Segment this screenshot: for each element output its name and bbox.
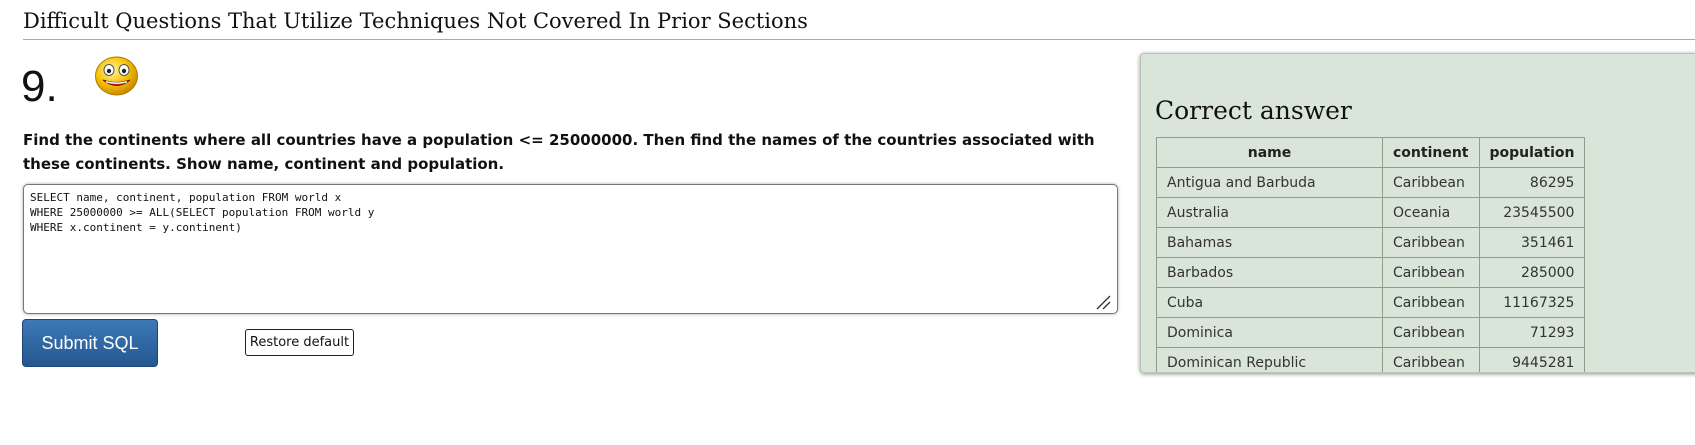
section-title: Difficult Questions That Utilize Techniq… [23,9,808,33]
cell-continent: Caribbean [1382,287,1480,318]
cell-name: Barbados [1156,257,1383,288]
table-row: Bahamas Caribbean 351461 [1156,227,1586,258]
cell-population: 351461 [1478,227,1586,258]
cell-name: Dominica [1156,317,1383,348]
column-header-name: name [1156,137,1383,168]
question-number: 9. [21,62,58,111]
answer-title: Correct answer [1155,96,1352,125]
table-header-row: name continent population [1156,137,1586,168]
column-header-population: population [1478,137,1586,168]
answer-table: name continent population Antigua and Ba… [1156,137,1586,372]
cell-name: Cuba [1156,287,1383,318]
cell-population: 23545500 [1478,197,1586,228]
table-row: Barbados Caribbean 285000 [1156,257,1586,288]
submit-sql-button[interactable]: Submit SQL [22,319,158,367]
cell-name: Australia [1156,197,1383,228]
cell-continent: Caribbean [1382,317,1480,348]
sql-editor[interactable]: SELECT name, continent, population FROM … [23,184,1118,314]
smiley-face-icon [95,56,138,96]
table-row: Dominica Caribbean 71293 [1156,317,1586,348]
cell-population: 71293 [1478,317,1586,348]
cell-continent: Caribbean [1382,167,1480,198]
table-row: Australia Oceania 23545500 [1156,197,1586,228]
column-header-continent: continent [1382,137,1480,168]
cell-name: Dominican Republic [1156,347,1383,372]
cell-continent: Oceania [1382,197,1480,228]
cell-population: 285000 [1478,257,1586,288]
table-row: Dominican Republic Caribbean 9445281 [1156,347,1586,372]
cell-population: 86295 [1478,167,1586,198]
resize-handle-icon[interactable] [1095,294,1111,310]
cell-name: Antigua and Barbuda [1156,167,1383,198]
cell-population: 11167325 [1478,287,1586,318]
table-row: Cuba Caribbean 11167325 [1156,287,1586,318]
cell-name: Bahamas [1156,227,1383,258]
table-row: Antigua and Barbuda Caribbean 86295 [1156,167,1586,198]
restore-default-button[interactable]: Restore default [245,329,354,356]
cell-continent: Caribbean [1382,257,1480,288]
cell-continent: Caribbean [1382,347,1480,372]
correct-answer-panel: Correct answer name continent population… [1140,53,1695,373]
question-text: Find the continents where all countries … [23,131,1095,173]
cell-population: 9445281 [1478,347,1586,372]
cell-continent: Caribbean [1382,227,1480,258]
title-divider [23,39,1695,40]
